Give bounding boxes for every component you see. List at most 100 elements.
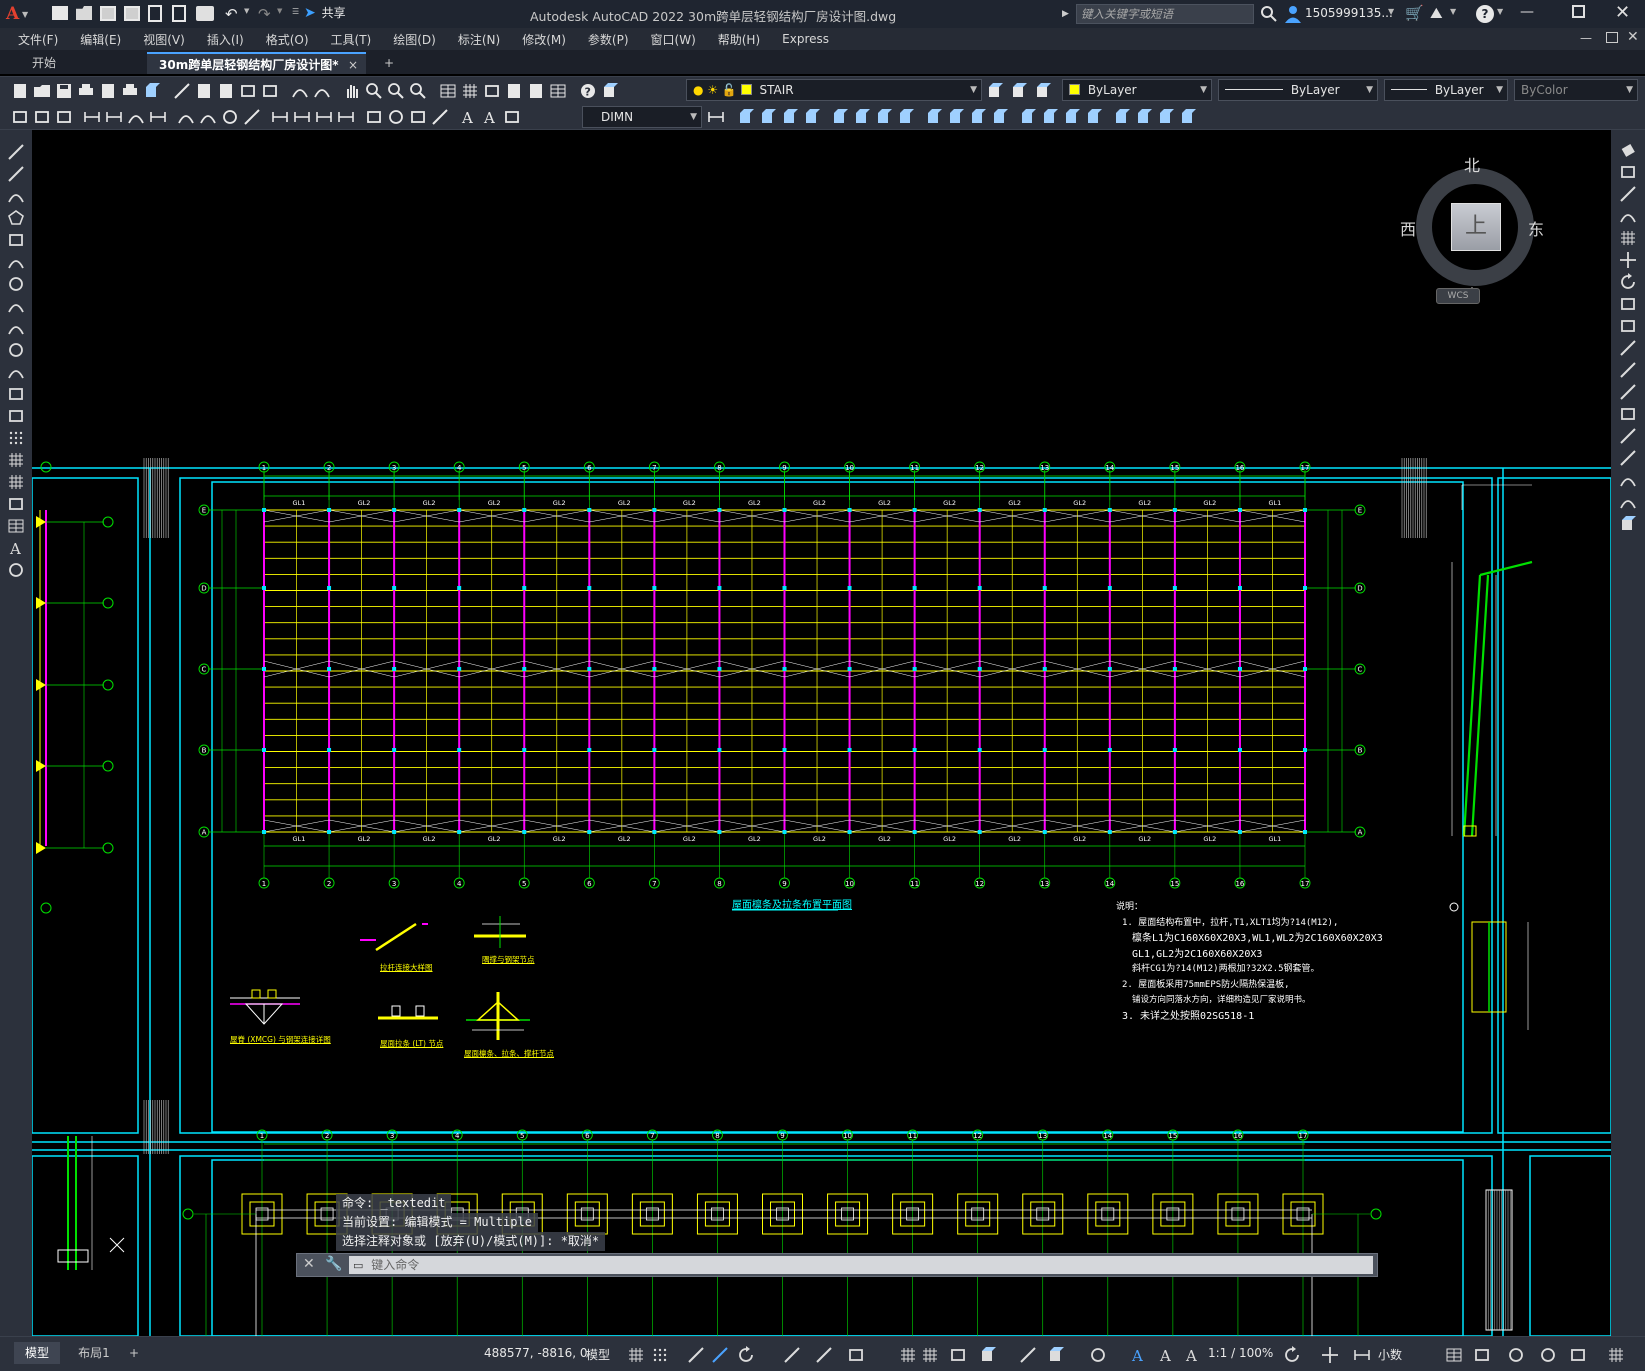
union-icon[interactable] (852, 107, 872, 127)
viewcube-face-top[interactable]: 上 (1451, 203, 1501, 251)
layer-previous-icon[interactable] (1009, 81, 1029, 101)
point-icon[interactable] (6, 428, 26, 448)
compass-north[interactable]: 北 (1464, 152, 1480, 176)
open-file-icon[interactable] (76, 6, 92, 20)
tab-model[interactable]: 模型 (14, 1342, 60, 1364)
chamfer-icon[interactable] (1618, 448, 1638, 468)
offset-icon[interactable] (1618, 206, 1638, 226)
compass-west[interactable]: 西 (1400, 216, 1416, 240)
coordinate-readout[interactable]: 488577, -8816, 0 (484, 1346, 588, 1360)
cut-icon[interactable] (172, 81, 192, 101)
grid-display-icon[interactable] (626, 1345, 646, 1365)
tab-layout1[interactable]: 布局1 (66, 1342, 122, 1364)
customization-icon[interactable] (1606, 1345, 1626, 1365)
object-snap-icon[interactable] (846, 1345, 866, 1365)
search-input[interactable]: 键入关键字或短语 (1076, 4, 1254, 24)
tool-palettes-icon[interactable] (482, 81, 502, 101)
tab-close-icon[interactable]: × (348, 54, 358, 76)
object-snap-tracking-icon[interactable] (814, 1345, 834, 1365)
user-dropdown-icon[interactable]: ▼ (1388, 7, 1394, 16)
share-button[interactable]: ➤ 共享 (304, 4, 346, 24)
line-icon[interactable] (6, 142, 26, 162)
model-space-toggle[interactable]: 模型 (586, 1346, 610, 1363)
join-icon[interactable] (1618, 426, 1638, 446)
units-selector[interactable]: 小数 (1378, 1346, 1402, 1363)
quick-dim-icon[interactable] (270, 107, 290, 127)
stretch-icon[interactable] (1618, 316, 1638, 336)
redo-icon[interactable] (312, 81, 332, 101)
command-input[interactable]: ▭ 键入命令 (349, 1256, 1373, 1274)
selection-cycling-icon[interactable] (948, 1345, 968, 1365)
menu-parametric[interactable]: 参数(P) (577, 31, 640, 48)
save-icon[interactable] (54, 81, 74, 101)
search-expand-icon[interactable]: ▶ (1062, 4, 1074, 24)
revision-cloud-icon[interactable] (6, 296, 26, 316)
spline-icon[interactable] (6, 318, 26, 338)
layer-states-icon[interactable] (1033, 81, 1053, 101)
region-icon[interactable] (6, 494, 26, 514)
ortho-mode-icon[interactable] (710, 1345, 730, 1365)
rectangle-icon[interactable] (6, 230, 26, 250)
user-icon[interactable] (1284, 4, 1302, 24)
inspection-icon[interactable] (408, 107, 428, 127)
graphics-performance-icon[interactable] (1538, 1345, 1558, 1365)
copy-icon[interactable] (194, 81, 214, 101)
tab-drawing[interactable]: 30m跨单层轻钢结构厂房设计图* × (147, 52, 366, 74)
zoom-previous-icon[interactable] (408, 81, 428, 101)
wcs-menu[interactable]: WCS (1436, 288, 1480, 304)
rotate-icon[interactable] (1618, 272, 1638, 292)
user-name[interactable]: 1505999135... (1305, 6, 1393, 20)
3d-print-icon[interactable] (142, 81, 162, 101)
thicken-icon[interactable] (1040, 107, 1060, 127)
menu-format[interactable]: 格式(O) (255, 31, 320, 48)
redo-icon[interactable]: ↷ (258, 5, 271, 23)
menu-draw[interactable]: 绘图(D) (382, 31, 447, 48)
3d-move-icon[interactable] (924, 107, 944, 127)
array-icon[interactable] (1618, 228, 1638, 248)
angular-dim-icon[interactable] (242, 107, 262, 127)
undo-icon[interactable] (290, 81, 310, 101)
dimstyle-manager-icon[interactable] (706, 107, 726, 127)
trim-icon[interactable] (1618, 338, 1638, 358)
insert-block-icon[interactable] (6, 384, 26, 404)
construction-line-icon[interactable] (6, 164, 26, 184)
section-icon[interactable] (1018, 107, 1038, 127)
make-block-icon[interactable] (32, 107, 52, 127)
new-file-icon[interactable] (52, 6, 68, 20)
autodesk-a360-icon[interactable]: ⛰ (1430, 4, 1443, 22)
fillet-icon[interactable] (1618, 470, 1638, 490)
scale-icon[interactable] (1618, 294, 1638, 314)
annotation-scale-icon[interactable]: A (1182, 1345, 1202, 1365)
add-layout-button[interactable]: + (126, 1342, 142, 1364)
plotstyle-dropdown[interactable]: ByColor ▼ (1514, 79, 1638, 101)
selection-filter-icon[interactable] (1046, 1345, 1066, 1365)
match-properties-icon[interactable] (238, 81, 258, 101)
arc-length-icon[interactable] (126, 107, 146, 127)
menu-dimension[interactable]: 标注(N) (447, 31, 511, 48)
mtext-icon[interactable]: A (6, 538, 26, 558)
infer-constraints-icon[interactable] (686, 1345, 706, 1365)
open-web-icon[interactable] (148, 5, 162, 22)
cart-icon[interactable]: 🛒 (1405, 4, 1424, 22)
help-dropdown-icon[interactable]: ▼ (1497, 7, 1503, 16)
doc-restore-icon[interactable] (1606, 32, 1618, 43)
gizmo-icon[interactable] (1088, 1345, 1108, 1365)
menu-tools[interactable]: 工具(T) (320, 31, 383, 48)
color-dropdown[interactable]: ByLayer ▼ (1062, 79, 1212, 101)
break-icon[interactable] (1618, 404, 1638, 424)
tolerance-icon[interactable] (364, 107, 384, 127)
save-web-icon[interactable] (172, 5, 186, 22)
menu-window[interactable]: 窗口(W) (640, 31, 707, 48)
3d-rotate-icon[interactable] (946, 107, 966, 127)
interfere-icon[interactable] (1062, 107, 1082, 127)
redo-dropdown-icon[interactable]: ▼ (277, 7, 282, 15)
a360-dropdown-icon[interactable]: ▼ (1450, 7, 1456, 16)
dim-edit-icon[interactable]: A (458, 107, 478, 127)
arc-icon[interactable] (6, 252, 26, 272)
clean-screen-icon[interactable] (1568, 1345, 1588, 1365)
annotation-visibility-icon[interactable]: A (1128, 1345, 1148, 1365)
annotation-monitor-icon[interactable] (1320, 1345, 1340, 1365)
publish-icon[interactable] (120, 81, 140, 101)
zoom-window-icon[interactable] (386, 81, 406, 101)
ordinate-dim-icon[interactable] (148, 107, 168, 127)
